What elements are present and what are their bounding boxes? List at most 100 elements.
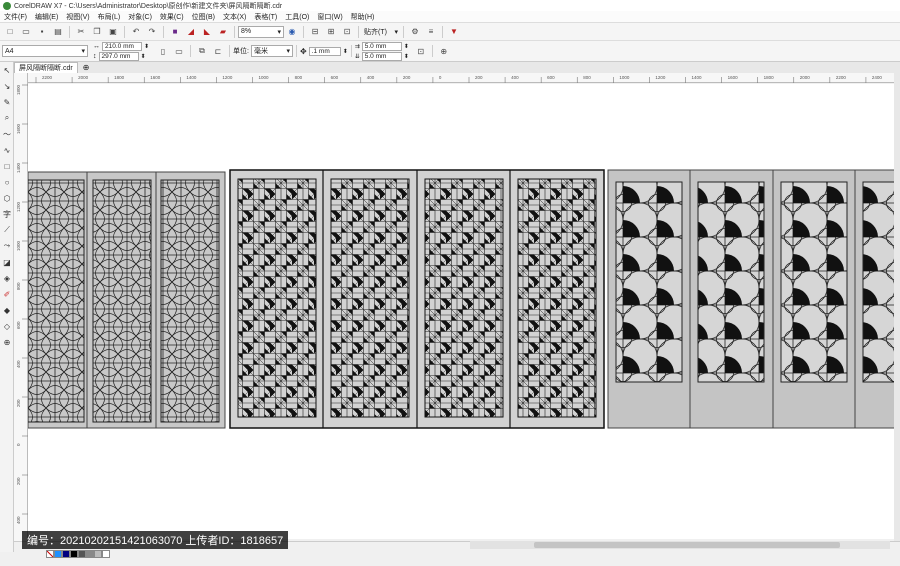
export-icon[interactable]: ◣ [201, 26, 213, 38]
spinner-icon[interactable]: ⬍ [144, 43, 149, 50]
menu-help[interactable]: 帮助(H) [351, 12, 375, 22]
pick-tool-icon[interactable]: ↖ [1, 64, 13, 76]
duplicate-x-field[interactable]: 5.0 mm [361, 41, 402, 51]
new-tab-icon[interactable]: ⊕ [83, 63, 90, 72]
units-select[interactable]: 毫米 ▾ [250, 45, 293, 57]
spinner-icon[interactable]: ⬍ [404, 43, 409, 50]
horizontal-scrollbar-thumb[interactable] [534, 542, 840, 548]
menu-effects[interactable]: 效果(C) [160, 12, 184, 22]
print-icon[interactable]: ▤ [52, 26, 64, 38]
rectangle-tool-icon[interactable]: □ [1, 160, 13, 172]
horizontal-scrollbar[interactable] [470, 541, 890, 549]
document-tab[interactable]: 屏风隔断隔断.cdr [14, 62, 78, 73]
horizontal-ruler[interactable]: 2200 2000 1800 1600 1400 1200 1000 800 600 400 200… [28, 73, 894, 83]
paste-icon[interactable]: ▣ [107, 26, 119, 38]
ruler-tick-label: 1200 [222, 75, 233, 80]
zoom-value: 8% [241, 28, 252, 35]
undo-icon[interactable]: ↶ [130, 26, 142, 38]
cut-icon[interactable]: ✂ [75, 26, 87, 38]
menu-layout[interactable]: 布局(L) [98, 12, 121, 22]
menu-edit[interactable]: 编辑(E) [35, 12, 58, 22]
palette-swatch[interactable] [54, 550, 62, 558]
zoom-select[interactable]: 8% ▾ [238, 25, 284, 38]
copy-icon[interactable]: ❐ [91, 26, 103, 38]
zoom-tool-icon[interactable]: ⌕ [1, 112, 13, 124]
menu-view[interactable]: 视图(V) [66, 12, 89, 22]
ruler-tick-label: 200 [475, 75, 483, 80]
page-width-field[interactable]: 210.0 mm [102, 41, 142, 51]
spinner-icon[interactable]: ⬍ [404, 53, 409, 60]
polygon-tool-icon[interactable]: ⬡ [1, 192, 13, 204]
smart-fill-icon[interactable]: ◇ [1, 320, 13, 332]
current-page-icon[interactable]: ⊏ [212, 45, 224, 57]
redo-icon[interactable]: ↷ [146, 26, 158, 38]
show-grid-icon[interactable]: ⊞ [325, 26, 337, 38]
menu-bar: 文件(F) 编辑(E) 视图(V) 布局(L) 对象(C) 效果(C) 位图(B… [0, 11, 900, 23]
menu-tools[interactable]: 工具(O) [285, 12, 309, 22]
menu-file[interactable]: 文件(F) [4, 12, 27, 22]
freehand-tool-icon[interactable]: 〜 [1, 128, 13, 140]
import-icon[interactable]: ◢ [185, 26, 197, 38]
show-rulers-icon[interactable]: ⊟ [309, 26, 321, 38]
page-size-select[interactable]: A4 ▾ [2, 45, 88, 57]
snap-to-dropdown[interactable]: 贴齐(T) ▾ [362, 26, 400, 38]
full-screen-icon[interactable]: ◉ [286, 26, 298, 38]
ruler-tick-label: 200 [403, 75, 411, 80]
all-pages-icon[interactable]: ⧉ [196, 45, 208, 57]
menu-window[interactable]: 窗口(W) [317, 12, 342, 22]
page-size-value: A4 [5, 47, 14, 55]
no-color-swatch[interactable] [46, 550, 54, 558]
transparency-icon[interactable]: ◈ [1, 272, 13, 284]
horizontal-ruler-ticks: 2200 2000 1800 1600 1400 1200 1000 800 600 400 200… [35, 75, 883, 83]
toolbar-divider [442, 25, 443, 38]
landscape-icon[interactable]: ▭ [173, 45, 185, 57]
palette-swatch[interactable] [102, 550, 110, 558]
palette-swatch[interactable] [78, 550, 86, 558]
panel-group-c [607, 169, 894, 429]
ruler-tick-label: 2400 [872, 75, 883, 80]
open-icon[interactable]: ▭ [20, 26, 32, 38]
artistic-media-icon[interactable]: ∿ [1, 144, 13, 156]
treat-as-filled-icon[interactable]: ⊡ [415, 45, 427, 57]
show-guidelines-icon[interactable]: ⊡ [341, 26, 353, 38]
nudge-distance-field[interactable]: .1 mm [308, 46, 341, 56]
publish-pdf-icon[interactable]: ▰ [217, 26, 229, 38]
eyedropper-icon[interactable]: ✐ [1, 288, 13, 300]
drawing-canvas[interactable] [28, 84, 894, 539]
menu-object[interactable]: 对象(C) [128, 12, 152, 22]
drop-shadow-icon[interactable]: ◪ [1, 256, 13, 268]
launch-icon[interactable]: ▼ [448, 26, 460, 38]
palette-swatch[interactable] [70, 550, 78, 558]
interactive-fill-icon[interactable]: ◆ [1, 304, 13, 316]
palette-swatch[interactable] [62, 550, 70, 558]
add-tool-icon[interactable]: ⊕ [1, 336, 13, 348]
duplicate-y-field[interactable]: 5.0 mm [361, 51, 402, 61]
alignment-icon[interactable]: ≡ [425, 26, 437, 38]
save-icon[interactable]: ▪ [36, 26, 48, 38]
palette-swatch[interactable] [86, 550, 94, 558]
dup-y-row: ⇊ 5.0 mm ⬍ [355, 51, 409, 61]
vertical-ruler[interactable]: 1800 1600 1400 1200 1000 800 600 400 200 0 200 400 [14, 73, 28, 541]
portrait-icon[interactable]: ▯ [157, 45, 169, 57]
dimension-tool-icon[interactable]: ⟋ [1, 224, 13, 236]
vertical-scrollbar[interactable] [894, 73, 900, 541]
page-dimensions-group: ↔ 210.0 mm ⬍ ↕ 297.0 mm ⬍ [93, 41, 149, 61]
dup-x-row: ⇉ 5.0 mm ⬍ [355, 41, 409, 51]
ellipse-tool-icon[interactable]: ○ [1, 176, 13, 188]
search-content-icon[interactable]: ■ [169, 26, 181, 38]
menu-table[interactable]: 表格(T) [254, 12, 277, 22]
spinner-icon[interactable]: ⬍ [141, 53, 146, 60]
crop-tool-icon[interactable]: ✎ [1, 96, 13, 108]
page-height-field[interactable]: 297.0 mm [98, 51, 139, 61]
spinner-icon[interactable]: ⬍ [343, 48, 348, 55]
shape-tool-icon[interactable]: ↘ [1, 80, 13, 92]
palette-swatch[interactable] [94, 550, 102, 558]
add-target-icon[interactable]: ⊕ [438, 45, 450, 57]
menu-text[interactable]: 文本(X) [223, 12, 246, 22]
connector-tool-icon[interactable]: ⤳ [1, 240, 13, 252]
options-icon[interactable]: ⚙ [409, 26, 421, 38]
text-tool-icon[interactable]: 字 [1, 208, 13, 220]
menu-bitmaps[interactable]: 位图(B) [192, 12, 215, 22]
ruler-tick-label: 1400 [692, 75, 703, 80]
new-icon[interactable]: □ [4, 26, 16, 38]
